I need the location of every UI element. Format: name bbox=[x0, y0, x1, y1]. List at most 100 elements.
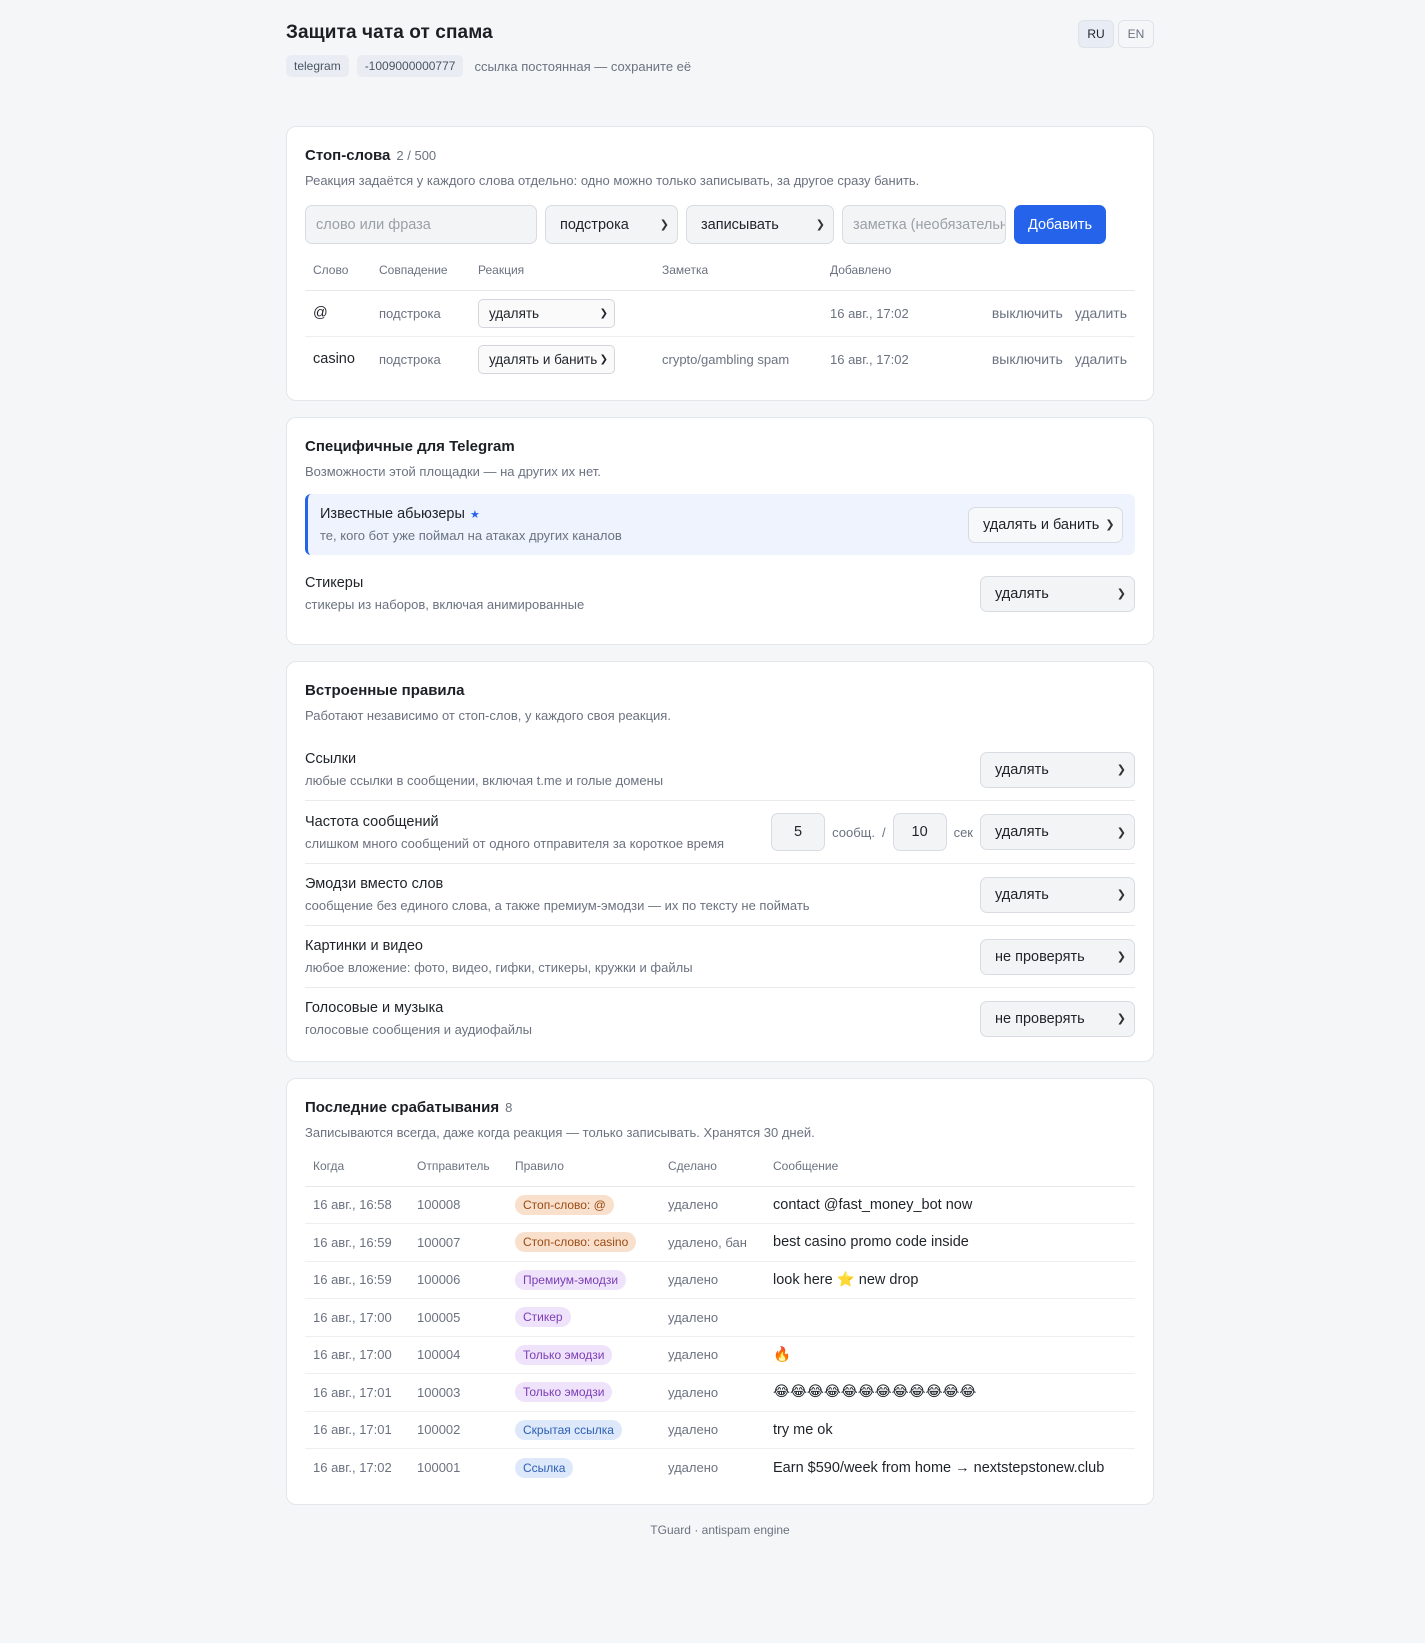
rule-media-select[interactable]: не проверять ❯ bbox=[980, 938, 1135, 975]
when-cell: 16 авг., 16:59 bbox=[305, 1223, 409, 1262]
rule-links-select[interactable]: удалять ❯ bbox=[980, 751, 1135, 788]
rule-badge: Стоп-слово: casino bbox=[515, 1232, 637, 1253]
when-cell: 16 авг., 17:01 bbox=[305, 1411, 409, 1449]
sender-cell: 100007 bbox=[409, 1223, 507, 1262]
delete-button[interactable]: удалить bbox=[1075, 305, 1127, 321]
abusers-desc: те, кого бот уже поймал на атаках других… bbox=[320, 528, 622, 543]
message-cell: best casino promo code inside bbox=[765, 1223, 1135, 1262]
delete-button[interactable]: удалить bbox=[1075, 351, 1127, 367]
abusers-select-value: удалять и банить bbox=[983, 516, 1100, 533]
rule-links-name: Ссылки bbox=[305, 751, 357, 767]
when-cell: 16 авг., 17:00 bbox=[305, 1336, 409, 1374]
note-input[interactable]: заметка (необязательно) bbox=[842, 205, 1006, 244]
done-cell: удалено bbox=[660, 1261, 765, 1299]
row-reaction-select[interactable]: удалять ❯ bbox=[478, 298, 615, 328]
match-select[interactable]: подстрока ❯ bbox=[545, 205, 678, 244]
table-row: 16 авг., 17:01 100002 Скрытая ссылка удален… bbox=[305, 1411, 1135, 1449]
match-select-value: подстрока bbox=[560, 216, 629, 233]
row-reaction-select[interactable]: удалять и банить ❯ bbox=[478, 344, 615, 374]
done-cell: удалено bbox=[660, 1298, 765, 1337]
rule-rate-select[interactable]: удалять ❯ bbox=[980, 814, 1135, 850]
col-message: Сообщение bbox=[765, 1146, 1135, 1187]
known-abusers-option: Известные абьюзеры ★ те, кого бот уже пой… bbox=[305, 494, 1135, 555]
table-row: 16 авг., 17:00 100005 Стикер удалено bbox=[305, 1298, 1135, 1337]
rule-media: Картинки и видео любое вложение: фото, в… bbox=[305, 925, 1135, 987]
rule-media-name: Картинки и видео bbox=[305, 938, 423, 954]
word-input[interactable]: слово или фраза bbox=[305, 205, 537, 244]
language-switcher: RU EN bbox=[1078, 20, 1154, 48]
star-icon: ★ bbox=[469, 509, 480, 521]
footer: TGuard · antispam engine bbox=[650, 1523, 790, 1537]
rule-links-value: удалять bbox=[995, 761, 1049, 778]
sender-cell: 100001 bbox=[417, 1460, 461, 1475]
rate-seconds-unit: сек bbox=[953, 824, 973, 840]
added-cell: 16 авг., 17:02 bbox=[822, 290, 962, 337]
lang-ru-button[interactable]: RU bbox=[1078, 20, 1114, 48]
rule-cell: Стикер bbox=[507, 1298, 660, 1337]
rule-cell: Ссылка bbox=[507, 1449, 660, 1487]
disable-button[interactable]: выключить bbox=[992, 305, 1063, 321]
done-cell: удалено bbox=[660, 1336, 765, 1374]
rate-count-input[interactable]: 5 bbox=[771, 813, 826, 851]
message-cell: contact @fast_money_bot now bbox=[765, 1186, 1135, 1224]
telegram-card: Специфичные для Telegram Возможности это… bbox=[286, 417, 1154, 645]
stopwords-title: Стоп-слова 2 / 500 bbox=[305, 147, 1135, 164]
abusers-name-text: Известные абьюзеры bbox=[320, 506, 465, 522]
table-row: 16 авг., 17:01 100003 Только эмодзи удалено… bbox=[305, 1373, 1135, 1412]
stopwords-count: 2 / 500 bbox=[396, 148, 437, 163]
reaction-cell: удалять ❯ bbox=[470, 290, 654, 337]
permalink-note: ссылка постоянная — сохраните её bbox=[474, 58, 692, 74]
actions-cell: выключить удалить bbox=[962, 290, 1135, 337]
stopwords-title-text: Стоп-слова bbox=[305, 147, 391, 164]
lang-en-button[interactable]: EN bbox=[1118, 20, 1154, 48]
when-cell: 16 авг., 17:02 bbox=[313, 1460, 392, 1475]
chat-meta: telegram -1009000000777 ссылка постоянна… bbox=[286, 55, 1154, 77]
word-cell: casino bbox=[313, 351, 355, 368]
rule-emoji: Эмодзи вместо слов сообщение без единого… bbox=[305, 863, 1135, 925]
chevron-down-icon: ❯ bbox=[1116, 764, 1126, 776]
rate-seconds-input[interactable]: 10 bbox=[892, 813, 947, 851]
rule-cell: Скрытая ссылка bbox=[507, 1411, 660, 1449]
stickers-select-value: удалять bbox=[995, 585, 1049, 602]
rules-card: Встроенные правила Работают независимо о… bbox=[286, 661, 1154, 1062]
note-cell bbox=[654, 290, 822, 337]
row-reaction-value: удалять и банить bbox=[489, 351, 598, 367]
sender-cell: 100008 bbox=[409, 1186, 507, 1224]
abusers-select[interactable]: удалять и банить ❯ bbox=[968, 506, 1123, 543]
table-row: 16 авг., 16:59 100007 Стоп-слово: casino уд… bbox=[305, 1223, 1135, 1262]
rule-emoji-desc: сообщение без единого слова, а также пре… bbox=[305, 898, 810, 913]
table-row: 16 авг., 16:59 100006 Премиум-эмодзи удален… bbox=[305, 1261, 1135, 1299]
rate-count-unit: сообщ. bbox=[832, 824, 875, 840]
table-row: casino подстрока удалять и банить ❯ crypt… bbox=[305, 336, 1135, 382]
sender-cell: 100004 bbox=[409, 1336, 507, 1374]
col-done: Сделано bbox=[660, 1146, 765, 1187]
reaction-select[interactable]: записывать ❯ bbox=[686, 205, 834, 244]
rule-voice: Голосовые и музыка голосовые сообщения и… bbox=[305, 987, 1135, 1049]
chevron-down-icon: ❯ bbox=[1116, 951, 1126, 963]
page-header: Защита чата от спама telegram -100900000… bbox=[286, 0, 1154, 126]
rule-cell: Только эмодзи bbox=[507, 1336, 660, 1374]
stickers-name: Стикеры bbox=[305, 575, 364, 591]
rule-voice-select[interactable]: не проверять ❯ bbox=[980, 1000, 1135, 1037]
rule-media-value: не проверять bbox=[995, 948, 1085, 965]
reaction-cell: удалять и банить ❯ bbox=[470, 336, 654, 382]
rule-voice-desc: голосовые сообщения и аудиофайлы bbox=[305, 1022, 532, 1037]
rule-badge: Стикер bbox=[515, 1307, 571, 1328]
row-reaction-value: удалять bbox=[489, 305, 540, 321]
table-row: @ подстрока удалять ❯ 16 авг., 17:02 выкл… bbox=[305, 290, 1135, 337]
chevron-down-icon: ❯ bbox=[599, 353, 608, 365]
rule-rate-name: Частота сообщений bbox=[305, 813, 439, 830]
add-button[interactable]: Добавить bbox=[1014, 205, 1107, 244]
match-cell: подстрока bbox=[379, 351, 441, 367]
when-cell: 16 авг., 16:59 bbox=[305, 1261, 409, 1299]
rule-badge: Только эмодзи bbox=[515, 1382, 613, 1403]
rule-emoji-select[interactable]: удалять ❯ bbox=[980, 876, 1135, 913]
table-row: 16 авг., 17:00 100004 Только эмодзи удалено… bbox=[305, 1336, 1135, 1374]
disable-button[interactable]: выключить bbox=[992, 351, 1063, 367]
stickers-select[interactable]: удалять ❯ bbox=[980, 575, 1135, 612]
telegram-desc: Возможности этой площадки — на других их… bbox=[305, 464, 601, 479]
done-cell: удалено bbox=[660, 1411, 765, 1449]
rule-badge: Стоп-слово: @ bbox=[515, 1194, 614, 1215]
telegram-title: Специфичные для Telegram bbox=[305, 438, 515, 455]
stopwords-table: Слово Совпадение Реакция Заметка Добавле… bbox=[305, 250, 1135, 382]
